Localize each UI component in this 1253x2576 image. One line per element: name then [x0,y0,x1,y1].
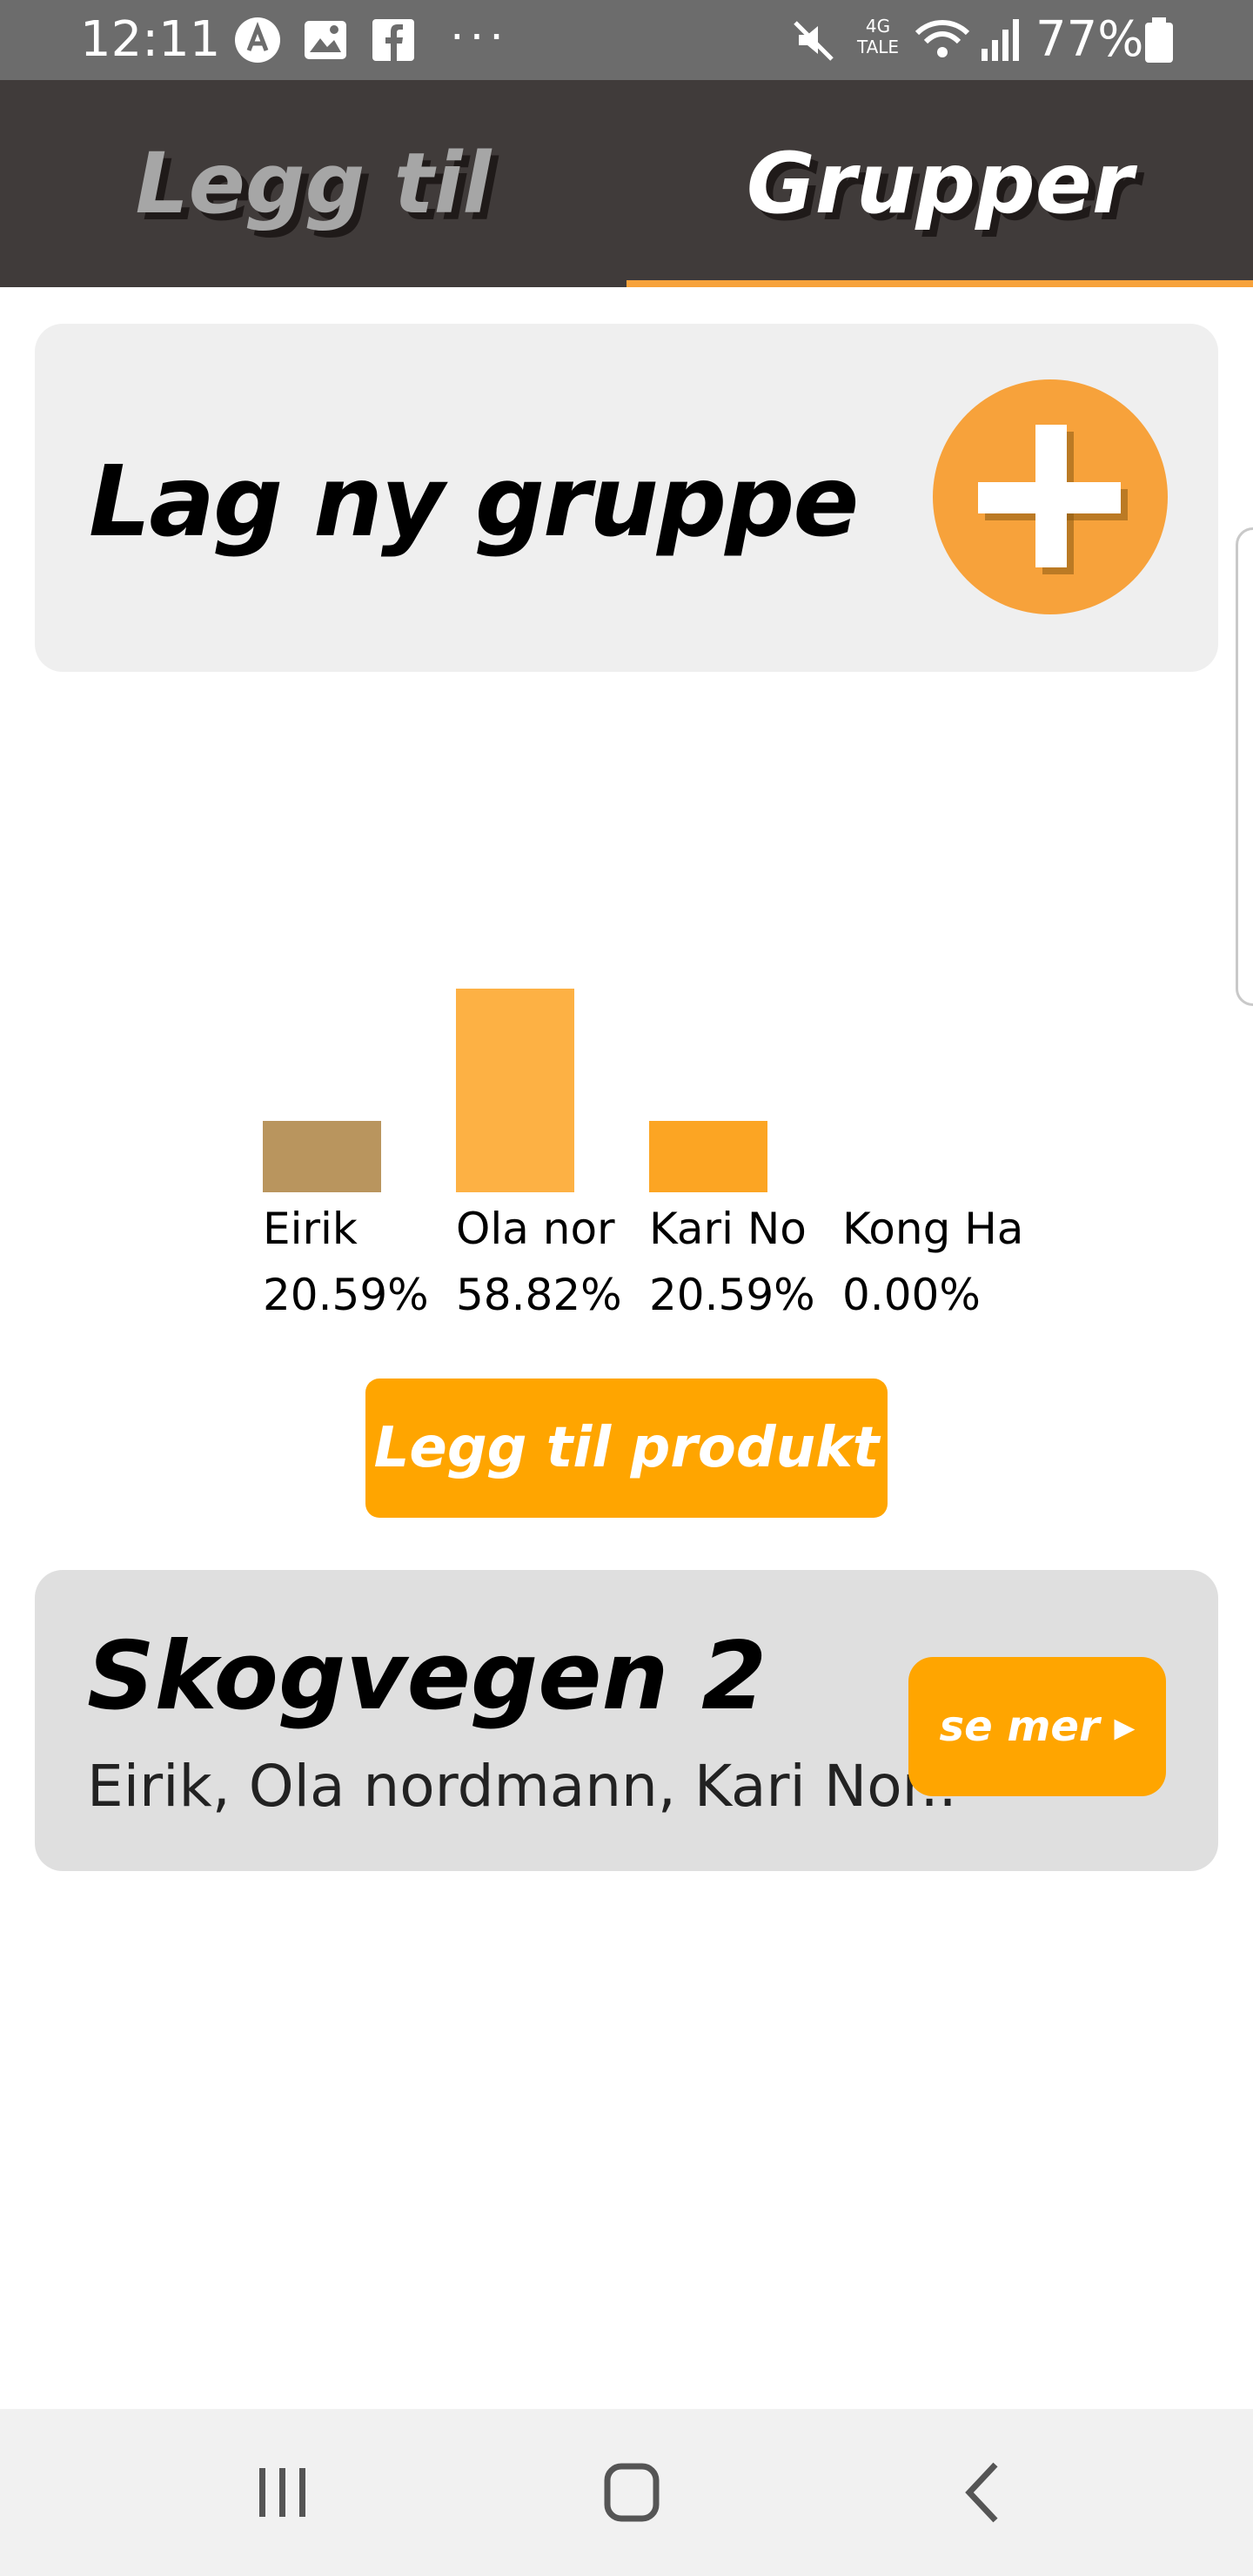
share-bar-chart: Eirik 20.59% Ola nor 58.82% Kari No 20.59% Kon… [0,957,1253,1340]
network-type: 4G TALE [856,16,900,57]
mute-icon [794,21,834,61]
facebook-icon [372,19,414,61]
new-group-button[interactable] [933,379,1168,614]
new-group-title: Lag ny gruppe [89,446,859,559]
navigation-bar [0,2409,1253,2576]
app-screen: 12:11 ··· 4G TALE 77% Legg til Grupper L… [0,0,1253,2576]
gallery-icon [305,21,346,59]
group-name: Skogvegen 2 [87,1622,767,1731]
active-tab-indicator [626,280,1253,287]
scroll-handle[interactable] [1236,527,1253,1006]
battery-level: 77% [1035,11,1144,68]
assistant-icon [235,17,280,63]
more-notifications: ··· [449,5,508,60]
chart-bar [263,1121,381,1192]
signal-icon [982,19,1019,61]
see-more-button[interactable]: se mer ▸ [908,1657,1166,1796]
chart-bar [649,1121,767,1192]
chart-value-label: 58.82% [456,1270,622,1320]
tab-bar: Legg til Grupper [0,80,1253,287]
back-icon[interactable] [929,2440,1034,2545]
status-bar: 12:11 ··· 4G TALE 77% [0,0,1253,80]
chart-value-label: 20.59% [649,1270,815,1320]
chart-category-label: Kari No [649,1204,807,1254]
add-product-button[interactable]: Legg til produkt [365,1379,888,1518]
home-icon[interactable] [580,2440,684,2545]
chart-value-label: 0.00% [842,1270,981,1320]
chart-category-label: Eirik [263,1204,358,1254]
status-time: 12:11 [80,11,221,68]
chart-bar [456,989,574,1192]
wifi-icon [915,20,970,57]
recent-apps-icon[interactable] [230,2440,334,2545]
tab-grupper[interactable]: Grupper [626,80,1253,287]
chart-value-label: 20.59% [263,1270,429,1320]
plus-icon [978,425,1128,574]
group-members: Eirik, Ola nordmann, Kari Nor.. [87,1753,957,1820]
tab-legg-til[interactable]: Legg til [0,80,626,287]
group-card[interactable]: Skogvegen 2 Eirik, Ola nordmann, Kari No… [35,1570,1218,1871]
chart-category-label: Ola nor [456,1204,615,1254]
new-group-card[interactable]: Lag ny gruppe [35,324,1218,672]
chart-category-label: Kong Ha [842,1204,1024,1254]
battery-icon [1145,17,1173,63]
